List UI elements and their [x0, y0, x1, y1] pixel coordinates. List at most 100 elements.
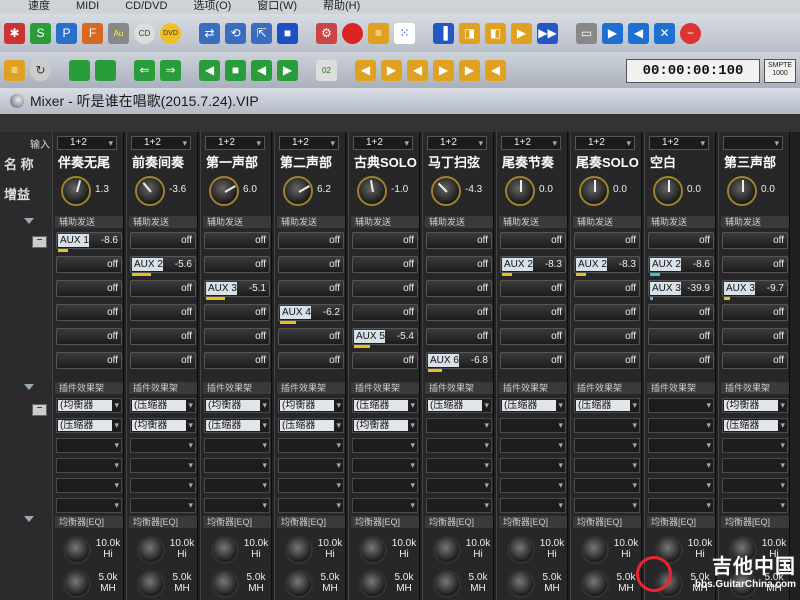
aux-send-slot[interactable]: AUX 3 -9.7 [722, 280, 788, 300]
aux-send-slot[interactable]: AUX 3 -5.1 [204, 280, 270, 300]
plugin-slot[interactable]: (均衡器 [352, 418, 418, 433]
plugin-slot[interactable] [56, 438, 122, 453]
aux-send-slot[interactable]: AUX 6 -6.8 [426, 352, 492, 372]
aux-send-slot[interactable]: off [648, 304, 714, 321]
menu-item[interactable]: 窗口(W) [257, 0, 297, 14]
aux-send-slot[interactable]: off [204, 328, 270, 345]
aux-send-slot[interactable]: off [426, 280, 492, 297]
plugin-slot[interactable] [278, 438, 344, 453]
plugin-slot[interactable] [722, 478, 788, 493]
plugin-slot[interactable] [352, 498, 418, 513]
channel-name[interactable]: 前奏间奏 [129, 152, 197, 172]
aux-send-slot[interactable]: off [204, 352, 270, 369]
gain-knob[interactable] [727, 176, 757, 206]
shift-right-icon[interactable]: ⇒ [160, 59, 181, 81]
aux-send-slot[interactable]: off [352, 280, 418, 297]
aux-send-slot[interactable]: AUX 2 -5.6 [130, 256, 196, 276]
eq-hi-knob[interactable] [581, 536, 609, 564]
aux-collapse-icon[interactable] [24, 218, 34, 224]
rec-dot-icon[interactable] [342, 22, 363, 44]
eq-hi-knob[interactable] [63, 536, 91, 564]
channel-name[interactable]: 尾奏节奏 [499, 152, 567, 172]
gain-knob[interactable] [209, 176, 239, 206]
plugin-slot[interactable] [426, 478, 492, 493]
plugin-slot[interactable] [648, 438, 714, 453]
input-select[interactable] [723, 136, 783, 150]
green-b-icon[interactable] [95, 59, 116, 81]
close-x-icon[interactable]: ✕ [654, 22, 675, 44]
route-icon[interactable]: ⇄ [199, 22, 220, 44]
list-icon[interactable]: ≡ [4, 59, 25, 81]
aux-send-slot[interactable]: off [56, 352, 122, 369]
aux-send-slot[interactable]: AUX 1 -8.6 [56, 232, 122, 252]
plugin-slot[interactable] [278, 478, 344, 493]
plugin-slot[interactable] [648, 478, 714, 493]
plugin-slot[interactable] [500, 498, 566, 513]
plugin-slot[interactable] [204, 478, 270, 493]
aux-send-slot[interactable]: off [574, 280, 640, 297]
plugin-slot[interactable]: (均衡器 [130, 418, 196, 433]
aux-send-slot[interactable]: off [500, 304, 566, 321]
green-a-icon[interactable] [69, 59, 90, 81]
eq-mh-knob[interactable] [433, 570, 461, 598]
channel-name[interactable]: 第二声部 [277, 152, 345, 172]
plugin-slot[interactable] [426, 498, 492, 513]
arrow-left-icon[interactable]: ◀ [355, 59, 376, 81]
plugin-slot[interactable]: (压缩器 [426, 398, 492, 413]
plugin-slot[interactable] [204, 438, 270, 453]
aux-send-slot[interactable]: off [574, 328, 640, 345]
plugin-slot[interactable]: (压缩器 [574, 398, 640, 413]
plugin-slot[interactable] [56, 498, 122, 513]
s-icon[interactable]: S [30, 22, 51, 44]
input-select[interactable]: 1+2 [427, 136, 487, 150]
aux-send-slot[interactable]: off [56, 256, 122, 273]
gain-knob[interactable] [579, 176, 609, 206]
plugin-slot[interactable]: (均衡器 [278, 398, 344, 413]
plugin-slot[interactable] [278, 458, 344, 473]
plugin-slot[interactable]: (压缩器 [56, 418, 122, 433]
aux-send-slot[interactable]: off [722, 232, 788, 249]
eq-hi-knob[interactable] [137, 536, 165, 564]
p-icon[interactable]: P [56, 22, 77, 44]
aux-send-slot[interactable]: off [130, 280, 196, 297]
aux-send-slot[interactable]: off [722, 256, 788, 273]
record-icon[interactable]: ✱ [4, 22, 25, 44]
eq-hi-knob[interactable] [359, 536, 387, 564]
aux-send-slot[interactable]: off [278, 256, 344, 273]
channel-name[interactable]: 空白 [647, 152, 715, 172]
arrow-right2-icon[interactable]: ▶ [433, 59, 454, 81]
channel-name[interactable]: 马丁扫弦 [425, 152, 493, 172]
grid-icon[interactable]: ⁙ [394, 22, 415, 44]
aux-send-slot[interactable]: off [426, 232, 492, 249]
stop-square-icon[interactable]: ■ [277, 22, 298, 44]
plugin-slot[interactable] [648, 458, 714, 473]
plugin-slot[interactable]: (压缩器 [352, 398, 418, 413]
aux-send-slot[interactable]: AUX 4 -6.2 [278, 304, 344, 324]
plugin-slot[interactable] [130, 478, 196, 493]
plugin-slot[interactable] [500, 458, 566, 473]
plugin-slot[interactable] [130, 498, 196, 513]
plugin-slot[interactable] [574, 418, 640, 433]
channel-name[interactable]: 尾奏SOLO [573, 152, 641, 172]
aux-send-slot[interactable]: off [648, 352, 714, 369]
gear-icon[interactable]: ⚙ [316, 22, 337, 44]
plugin-slot[interactable] [278, 498, 344, 513]
plugin-slot[interactable] [500, 438, 566, 453]
aux-send-slot[interactable]: off [204, 304, 270, 321]
marker-a-icon[interactable]: ■ [225, 59, 246, 81]
plugin-slot[interactable] [352, 438, 418, 453]
aux-send-slot[interactable]: off [130, 328, 196, 345]
plugin-slot[interactable] [56, 478, 122, 493]
eq-collapse-icon[interactable] [24, 516, 34, 522]
gain-knob[interactable] [431, 176, 461, 206]
plugin-slot[interactable] [500, 418, 566, 433]
to-end-icon[interactable]: ▶ [277, 59, 298, 81]
cd-icon[interactable]: CD [134, 22, 155, 44]
aux-send-slot[interactable]: AUX 3 -39.9 [648, 280, 714, 300]
fx-collapse-icon[interactable] [24, 384, 34, 390]
aux-send-slot[interactable]: off [500, 328, 566, 345]
aux-send-slot[interactable]: off [278, 232, 344, 249]
counter-icon[interactable]: 02 [316, 59, 337, 81]
aux-send-slot[interactable]: off [574, 232, 640, 249]
aux-send-slot[interactable]: off [574, 304, 640, 321]
